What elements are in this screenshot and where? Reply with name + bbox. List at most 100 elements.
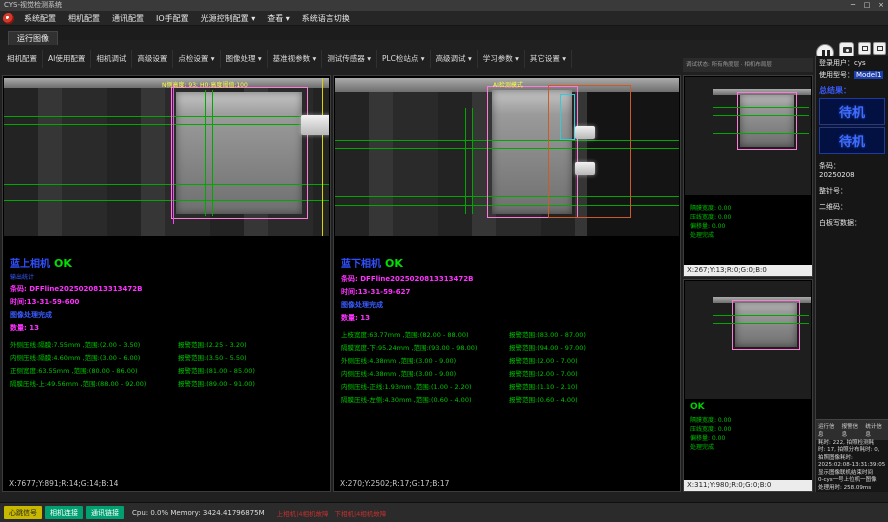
model-label: 使用型号： (819, 71, 854, 79)
measurement-row: 隔膜压线-上:49.56mm ,范围:(88.00 - 92.00)报警范围:(… (10, 380, 326, 388)
measure-value: 内侧压线:隔膜:4.60mm ,范围:(3.00 - 6.00) (10, 354, 178, 362)
barcode-value: 20250208 (819, 171, 855, 179)
measurement-line (713, 133, 809, 134)
roi-rectangle (737, 92, 797, 150)
menu-item-camera-config[interactable]: 相机配置 (62, 11, 106, 26)
tab-test-sensor[interactable]: 测试传感器 ▾ (322, 50, 377, 68)
measurement-row: 外侧压线:隔膜:7.55mm ,范围:(2.00 - 3.50)报警范围:(2.… (10, 341, 326, 349)
cpu-memory-readout: Cpu: 0.0% Memory: 3424.41796875M (132, 509, 265, 517)
right-result-block: 蓝下相机OK 条码: DFFline2025020813313472B 时间:1… (341, 252, 676, 404)
measurement-row: 外侧压线:4.38mm ,范围:(3.00 - 9.00)报警范围:(2.00 … (341, 357, 676, 365)
close-button[interactable]: × (874, 0, 888, 11)
right-camera-panel: AI检测模式 蓝下相机OK 条码: DFFline202502081331347… (333, 75, 681, 492)
preview-result-lines: 隔膜宽度: 0.00 压线宽度: 0.00 偏移量: 0.00 处理完成 (690, 204, 731, 240)
camera-link-indicator: 相机连接 (45, 506, 83, 519)
log-line: 2025:02:08-13:31:39:05 (816, 462, 888, 470)
qrcode-field: 二维码： (819, 203, 886, 212)
maximize-button[interactable]: □ (860, 0, 874, 11)
monitor-button-2[interactable] (873, 42, 886, 55)
alarm-range: 报警范围:(89.00 - 91.00) (178, 380, 255, 388)
measurement-line (465, 108, 466, 214)
menu-item-light-config[interactable]: 光源控制配置 ▾ (195, 11, 262, 26)
left-camera-image[interactable]: N侧高度: 93; H0:高度阈值:100 (4, 78, 329, 236)
alarm-range: 报警范围:(2.00 - 7.00) (509, 357, 578, 365)
titlebar: CYS-视觉检测系统 ─ □ × (0, 0, 888, 11)
preview-line: 处理完成 (690, 443, 731, 452)
tab-spot-check[interactable]: 点检设置 ▾ (173, 50, 220, 68)
preview-line: 处理完成 (690, 231, 731, 240)
pixel-coordinate-readout: X:270;Y:2502;R:17;G:17;B:17 (340, 479, 449, 488)
heartbeat-indicator: 心跳信号 (4, 506, 42, 519)
reference-line (322, 78, 323, 236)
result-ok: OK (54, 257, 72, 270)
camera-subtitle: 输出统计 (10, 272, 326, 281)
status-bar: 心跳信号 相机连接 通讯链接 Cpu: 0.0% Memory: 3424.41… (0, 502, 888, 522)
app-window: CYS-视觉检测系统 ─ □ × 系统配置 相机配置 通讯配置 IO手配置 光源… (0, 0, 888, 522)
window-title: CYS-视觉检测系统 (0, 1, 62, 9)
log-tab-stats[interactable]: 统计信息 (865, 422, 886, 438)
done-text: 图像处理完成 (341, 300, 676, 310)
result-ok: OK (385, 257, 403, 270)
result-box-1: 待机 (819, 98, 885, 125)
log-line: 0-cys一号上位机一图像 (816, 477, 888, 485)
tab-run-image[interactable]: 运行图像 (8, 31, 58, 45)
preview-line: 偏移量: 0.00 (690, 222, 731, 231)
preview-line: 隔膜宽度: 0.00 (690, 416, 731, 425)
tab-image-processing[interactable]: 图像处理 ▾ (221, 50, 268, 68)
preview-line: 压线宽度: 0.00 (690, 425, 731, 434)
measurement-line (713, 115, 809, 116)
connector-part (575, 162, 595, 175)
pixel-coordinate-readout: X:311;Y:980;R:0;G:0;B:0 (684, 480, 812, 491)
measurement-row: 内侧压线-正线:1.93mm ,范围:(1.00 - 2.20)报警范围:(1.… (341, 383, 676, 391)
menu-item-language[interactable]: 系统语言切换 (296, 11, 356, 26)
tab-advanced-debug[interactable]: 高级调试 ▾ (431, 50, 478, 68)
preview-result-lines: 隔膜宽度: 0.00 压线宽度: 0.00 偏移量: 0.00 处理完成 (690, 416, 731, 452)
measurement-line (713, 323, 809, 324)
app-logo-icon (3, 13, 14, 24)
measure-value: 隔膜压线-左侧:4.30mm ,范围:(0.60 - 4.00) (341, 396, 509, 404)
menubar: 系统配置 相机配置 通讯配置 IO手配置 光源控制配置 ▾ 查看 ▾ 系统语言切… (0, 11, 888, 26)
tab-advanced-settings[interactable]: 高级设置 (132, 50, 173, 68)
measurement-row: 隔膜压线-左侧:4.30mm ,范围:(0.60 - 4.00)报警范围:(0.… (341, 396, 676, 404)
fault-text-top: 上相机|4相机故障 (277, 508, 329, 518)
log-tab-run[interactable]: 运行信息 (818, 422, 839, 438)
measure-value: 外侧压线:4.38mm ,范围:(3.00 - 9.00) (341, 357, 509, 365)
minimize-button[interactable]: ─ (846, 0, 860, 11)
preview-image-1[interactable] (685, 77, 811, 195)
view-tab-row: 运行图像 (0, 26, 888, 40)
right-camera-image[interactable]: AI检测模式 (335, 78, 679, 236)
preview-camera-panel-1: 隔膜宽度: 0.00 压线宽度: 0.00 偏移量: 0.00 处理完成 X:2… (683, 75, 813, 277)
monitor-button-1[interactable] (858, 42, 871, 55)
measure-value: 正侧宽度:63.55mm ,范围:(80.00 - 86.00) (10, 367, 178, 375)
tab-learning-params[interactable]: 学习参数 ▾ (478, 50, 525, 68)
tab-baseline-params[interactable]: 基准视参数 ▾ (268, 50, 323, 68)
menu-item-view[interactable]: 查看 ▾ (261, 11, 296, 26)
preview-image-2[interactable] (685, 281, 811, 399)
measurement-rows: 外侧压线:隔膜:7.55mm ,范围:(2.00 - 3.50)报警范围:(2.… (10, 341, 326, 388)
camera-title: 蓝下相机 (341, 259, 381, 270)
count-text: 数量: 13 (10, 323, 326, 333)
alarm-range: 报警范围:(81.00 - 85.00) (178, 367, 255, 375)
login-user-value: cys (854, 59, 866, 67)
measurement-line (713, 107, 809, 108)
measurement-line (713, 315, 809, 316)
log-tabs: 运行信息 报警信息 统计信息 (816, 420, 888, 440)
tab-camera-debug[interactable]: 相机调试 (91, 50, 132, 68)
tab-camera-config[interactable]: 相机配置 (2, 50, 43, 68)
menu-item-comm-config[interactable]: 通讯配置 (106, 11, 150, 26)
tab-other-settings[interactable]: 其它设置 ▾ (525, 50, 572, 68)
menu-item-io-config[interactable]: IO手配置 (150, 11, 195, 26)
alarm-range: 报警范围:(3.50 - 5.50) (178, 354, 247, 362)
tab-plc-points[interactable]: PLC检站点 ▾ (377, 50, 431, 68)
tab-ai-config[interactable]: AI使用配置 (43, 50, 91, 68)
measure-value: 内侧压线:4.38mm ,范围:(3.00 - 9.00) (341, 370, 509, 378)
roi-rectangle (171, 87, 308, 219)
pixel-coordinate-readout: X:267;Y:13;R:0;G:0;B:0 (684, 265, 812, 276)
measurement-row: 上枝宽度:63.77mm ,范围:(82.00 - 88.00)报警范围:(83… (341, 331, 676, 339)
log-tab-alarm[interactable]: 报警信息 (842, 422, 863, 438)
menu-item-system-config[interactable]: 系统配置 (18, 11, 62, 26)
measurement-row: 内侧压线:4.38mm ,范围:(3.00 - 9.00)报警范围:(2.00 … (341, 370, 676, 378)
result-box-2: 待机 (819, 127, 885, 154)
model-value[interactable]: Model1 (854, 71, 883, 79)
measure-value: 内侧压线-正线:1.93mm ,范围:(1.00 - 2.20) (341, 383, 509, 391)
